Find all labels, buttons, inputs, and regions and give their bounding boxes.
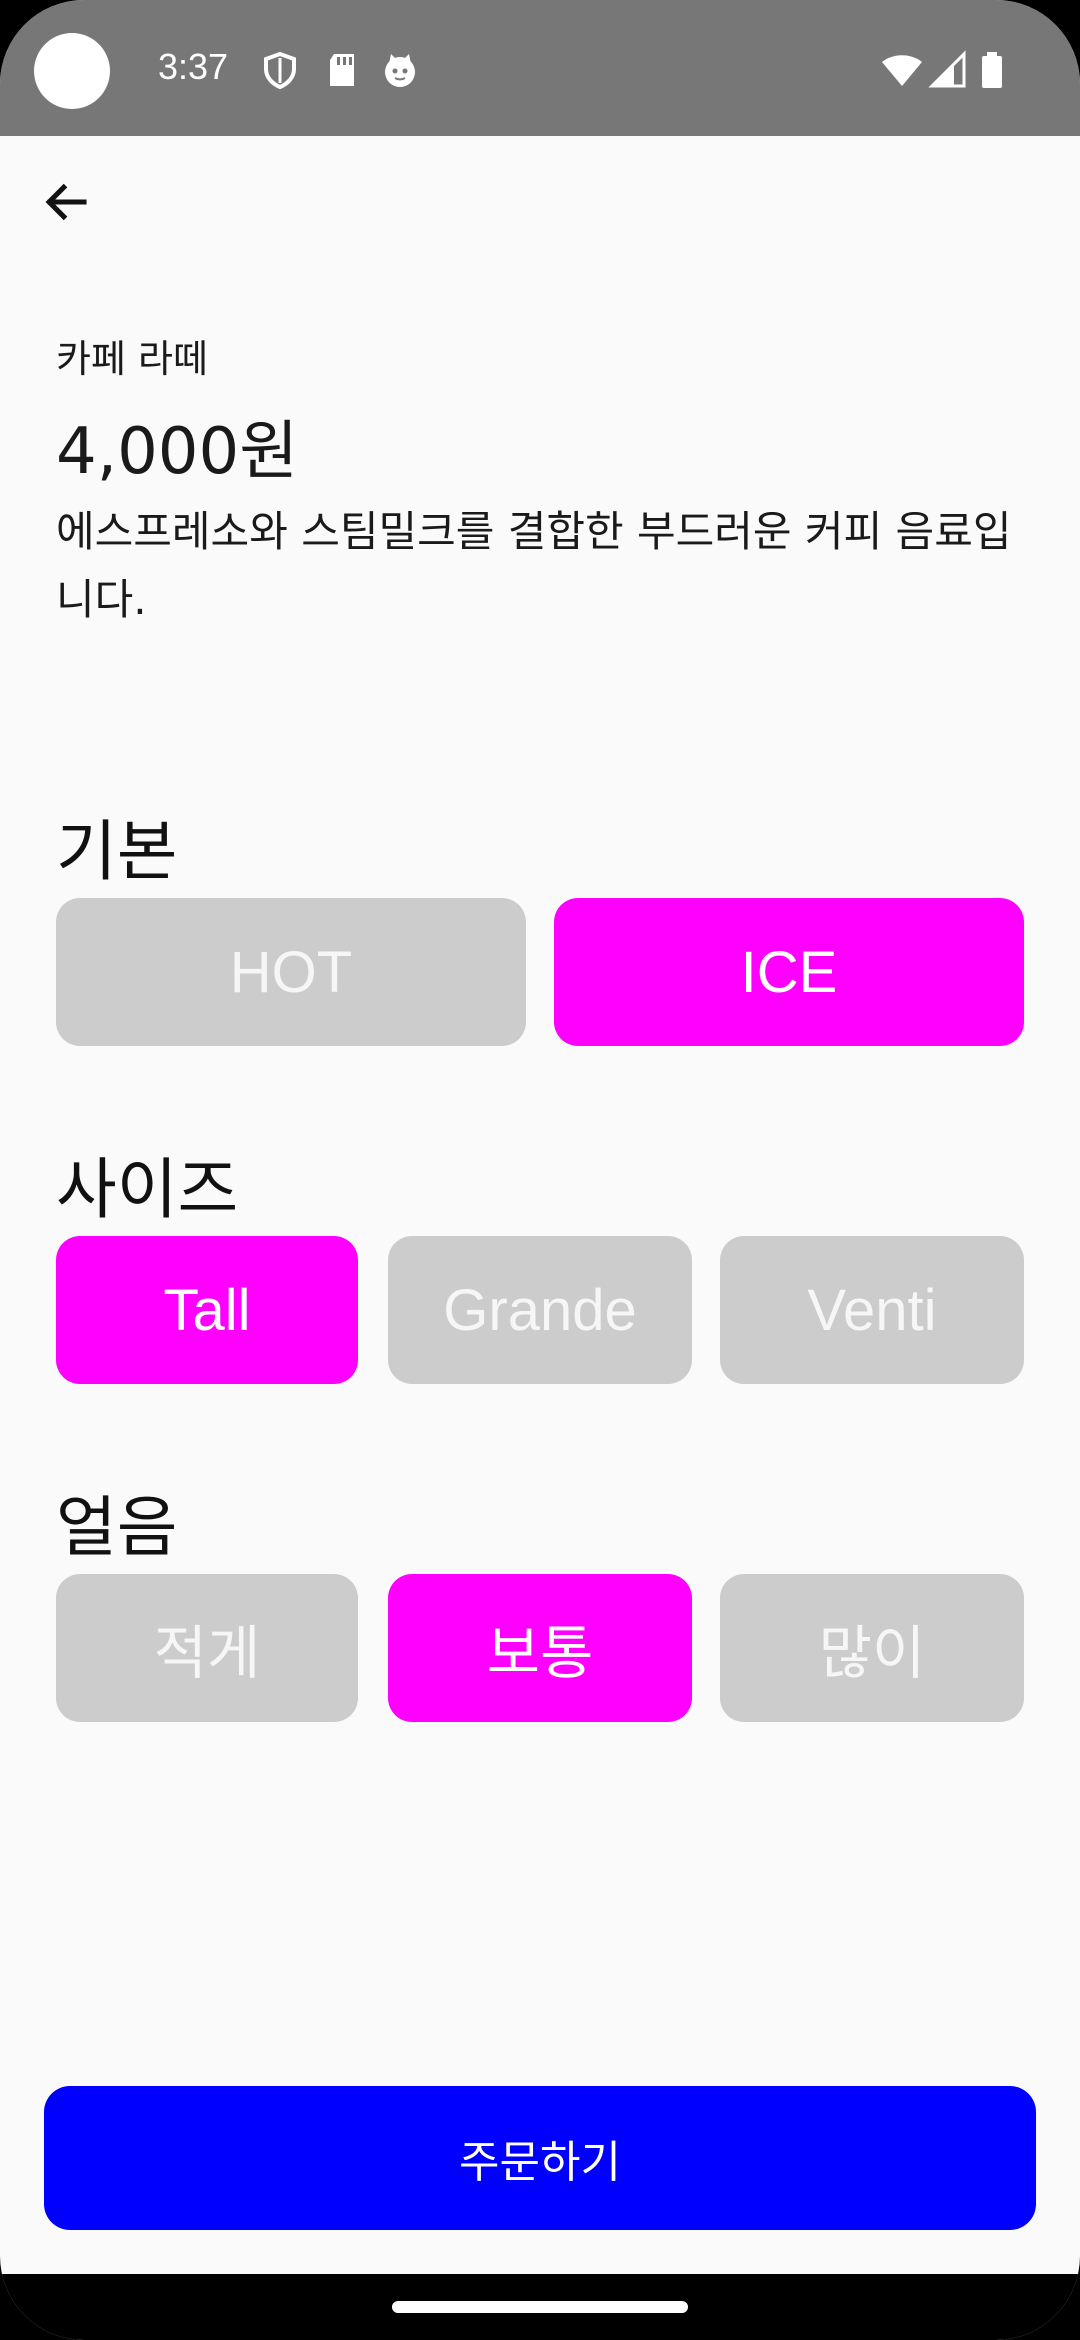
status-bar: 3:37 [0, 0, 1080, 136]
product-price: 4,000원 [56, 415, 299, 489]
section-title-size: 사이즈 [56, 1151, 239, 1228]
app-screen: 3:37 카페 라떼 4,000원 에스프레소와 스팀밀크를 결합한 부드러운 … [0, 0, 1080, 2340]
section-title-ice: 얼음 [56, 1489, 178, 1566]
option-label: Venti [807, 1277, 937, 1343]
option-label: 많이 [818, 1619, 926, 1687]
section-title-basic: 기본 [56, 813, 178, 890]
wifi-icon [882, 55, 922, 86]
option-hot[interactable]: HOT [56, 898, 526, 1046]
option-label: 적게 [153, 1619, 261, 1687]
sd-card-icon [330, 54, 354, 86]
status-time: 3:37 [158, 46, 229, 87]
signal-icon [928, 50, 966, 88]
product-description: 에스프레소와 스팀밀크를 결합한 부드러운 커피 음료입니다. [56, 507, 1012, 624]
option-less-ice[interactable]: 적게 [56, 1574, 358, 1722]
option-label: Grande [443, 1277, 637, 1343]
option-label: HOT [229, 939, 353, 1005]
option-venti[interactable]: Venti [720, 1236, 1024, 1384]
arrow-left-icon [45, 183, 87, 221]
battery-icon [982, 52, 1002, 88]
order-button[interactable]: 주문하기 [44, 2086, 1036, 2230]
product-name: 카페 라떼 [56, 337, 208, 381]
option-label: 보통 [486, 1619, 594, 1687]
order-button-label: 주문하기 [459, 2137, 621, 2188]
camera-cutout [34, 33, 110, 109]
option-tall[interactable]: Tall [56, 1236, 358, 1384]
option-more-ice[interactable]: 많이 [720, 1574, 1024, 1722]
option-normal-ice[interactable]: 보통 [388, 1574, 692, 1722]
shield-icon [264, 51, 296, 90]
cat-face-icon [385, 54, 415, 87]
home-gesture-handle[interactable] [392, 2301, 688, 2313]
option-label: Tall [163, 1277, 251, 1343]
back-button[interactable] [30, 166, 102, 238]
option-label: ICE [740, 939, 838, 1005]
option-ice[interactable]: ICE [554, 898, 1024, 1046]
option-grande[interactable]: Grande [388, 1236, 692, 1384]
